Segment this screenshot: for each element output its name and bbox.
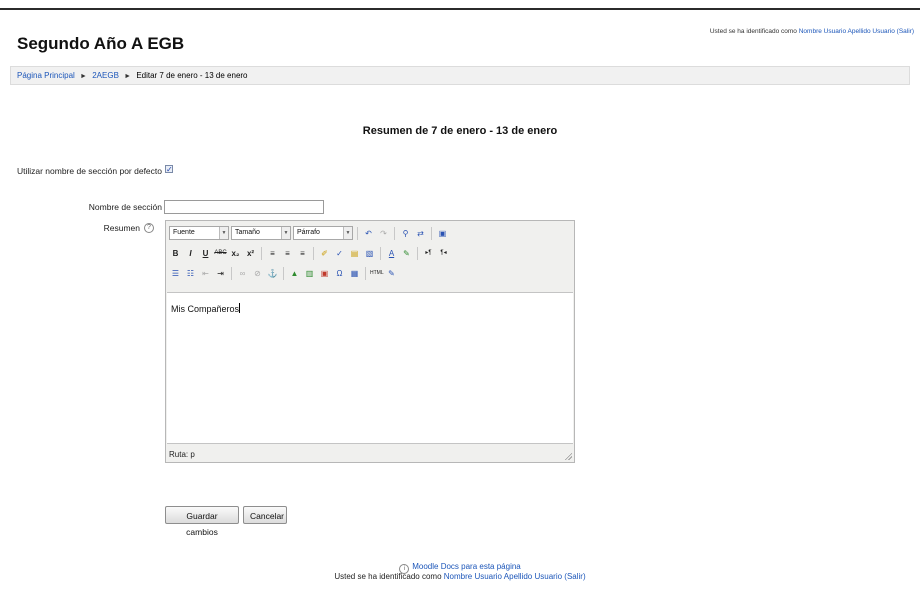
indent-icon[interactable]: ⇥: [214, 267, 227, 280]
highlight-icon[interactable]: ✎: [400, 247, 413, 260]
default-name-checkbox[interactable]: ✓: [165, 165, 173, 174]
size-select-value: Tamaño: [235, 229, 260, 236]
login-info-top: Usted se ha identificado como Nombre Usu…: [710, 28, 914, 35]
toolbar-separator: [365, 266, 366, 280]
font-select[interactable]: Fuente ▼: [169, 226, 229, 240]
align-center-icon[interactable]: ≡: [281, 247, 294, 260]
breadcrumb-course[interactable]: 2AEGB: [92, 71, 119, 80]
anchor-icon[interactable]: ⚓: [266, 267, 279, 280]
replace-icon[interactable]: ⇄: [414, 227, 427, 240]
help-icon[interactable]: ?: [144, 223, 154, 233]
align-right-icon[interactable]: ≡: [296, 247, 309, 260]
toolbar-separator: [313, 246, 314, 260]
section-name-input[interactable]: [164, 200, 324, 214]
undo-icon[interactable]: ↶: [362, 227, 375, 240]
toolbar-separator: [357, 226, 358, 240]
clean-icon[interactable]: ✐: [318, 247, 331, 260]
format-select-value: Párrafo: [297, 229, 320, 236]
chevron-down-icon: ▼: [219, 227, 228, 239]
user-profile-link[interactable]: Nombre Usuario Apellido Usuario: [799, 28, 895, 35]
redo-icon[interactable]: ↷: [377, 227, 390, 240]
toolbar-separator: [380, 246, 381, 260]
editor-toolbar-row-1: Fuente ▼ Tamaño ▼ Párrafo ▼ ↶ ↷ ⚲ ⇄ ▣: [169, 224, 449, 242]
default-name-label: Utilizar nombre de sección por defecto: [16, 166, 162, 176]
html-icon[interactable]: HTML: [370, 267, 384, 280]
toolbar-separator: [283, 266, 284, 280]
rich-text-editor: Fuente ▼ Tamaño ▼ Párrafo ▼ ↶ ↷ ⚲ ⇄ ▣ B I U…: [165, 220, 575, 463]
link-icon[interactable]: ∞: [236, 267, 249, 280]
cancel-button[interactable]: Cancelar: [243, 506, 287, 524]
toolbar-separator: [431, 226, 432, 240]
top-border: [0, 8, 920, 10]
save-button[interactable]: Guardar cambios: [165, 506, 239, 537]
moodle-docs-link[interactable]: Moodle Docs para esta página: [412, 562, 521, 571]
strikethrough-icon[interactable]: ABC: [214, 247, 227, 260]
logout-link[interactable]: (Salir): [897, 28, 914, 35]
image-icon[interactable]: ▲: [288, 267, 301, 280]
more-icon[interactable]: ✎: [385, 267, 398, 280]
table-icon[interactable]: ▦: [348, 267, 361, 280]
page-title: Segundo Año A EGB: [17, 34, 185, 53]
paste-word-icon[interactable]: ▧: [363, 247, 376, 260]
bold-icon[interactable]: B: [169, 247, 182, 260]
breadcrumb: Página Principal ► 2AEGB ► Editar 7 de e…: [10, 66, 910, 85]
login-prefix: Usted se ha identificado como: [709, 28, 797, 35]
font-select-value: Fuente: [173, 229, 195, 236]
align-left-icon[interactable]: ≡: [266, 247, 279, 260]
breadcrumb-separator: ►: [124, 73, 132, 80]
section-name-label: Nombre de sección: [88, 202, 162, 212]
editor-toolbar-row-3: ☰ ☷ ⇤ ⇥ ∞ ⊘ ⚓ ▲ ▥ ▣ Ω ▦ HTML ✎: [169, 264, 398, 282]
resize-handle-icon[interactable]: [564, 452, 572, 460]
omega-icon[interactable]: Ω: [333, 267, 346, 280]
breadcrumb-current: Editar 7 de enero - 13 de enero: [136, 71, 248, 80]
chevron-down-icon: ▼: [343, 227, 352, 239]
section-heading: Resumen de 7 de enero - 13 de enero: [362, 125, 558, 137]
bullet-list-icon[interactable]: ☰: [169, 267, 182, 280]
special-char-icon[interactable]: ▣: [318, 267, 331, 280]
user-profile-link[interactable]: Nombre Usuario Apellido Usuario: [444, 572, 562, 581]
login-info-bottom: Usted se ha identificado como Nombre Usu…: [0, 572, 920, 581]
media-icon[interactable]: ▥: [303, 267, 316, 280]
editor-text: Mis Compañeros: [171, 304, 240, 314]
number-list-icon[interactable]: ☷: [184, 267, 197, 280]
toolbar-separator: [394, 226, 395, 240]
logout-link[interactable]: (Salir): [564, 572, 585, 581]
size-select[interactable]: Tamaño ▼: [231, 226, 291, 240]
subscript-icon[interactable]: x₂: [229, 247, 242, 260]
chevron-down-icon: ▼: [281, 227, 290, 239]
rtl-icon[interactable]: ¶◂: [437, 247, 450, 260]
login-prefix: Usted se ha identificado como: [334, 572, 442, 581]
editor-toolbar-row-2: B I U ABC x₂ x² ≡ ≡ ≡ ✐ ✓ ▤ ▧ A ✎ ▸¶ ¶◂: [169, 244, 450, 262]
breadcrumb-separator: ►: [80, 73, 87, 80]
text-caret: [239, 303, 241, 313]
spellcheck-icon[interactable]: ✓: [333, 247, 346, 260]
font-color-icon[interactable]: A: [385, 247, 398, 260]
editor-path: Ruta: p: [169, 450, 195, 459]
superscript-icon[interactable]: x²: [244, 247, 257, 260]
editor-content[interactable]: Mis Compañeros: [167, 292, 573, 444]
search-icon[interactable]: ⚲: [399, 227, 412, 240]
toolbar-separator: [261, 246, 262, 260]
summary-label: Resumen: [103, 223, 140, 233]
underline-icon[interactable]: U: [199, 247, 212, 260]
fullscreen-icon[interactable]: ▣: [436, 227, 449, 240]
ltr-icon[interactable]: ▸¶: [422, 247, 435, 260]
outdent-icon[interactable]: ⇤: [199, 267, 212, 280]
toolbar-separator: [417, 246, 418, 260]
format-select[interactable]: Párrafo ▼: [293, 226, 353, 240]
toolbar-separator: [231, 266, 232, 280]
breadcrumb-home[interactable]: Página Principal: [17, 71, 75, 80]
paste-text-icon[interactable]: ▤: [348, 247, 361, 260]
italic-icon[interactable]: I: [184, 247, 197, 260]
unlink-icon[interactable]: ⊘: [251, 267, 264, 280]
